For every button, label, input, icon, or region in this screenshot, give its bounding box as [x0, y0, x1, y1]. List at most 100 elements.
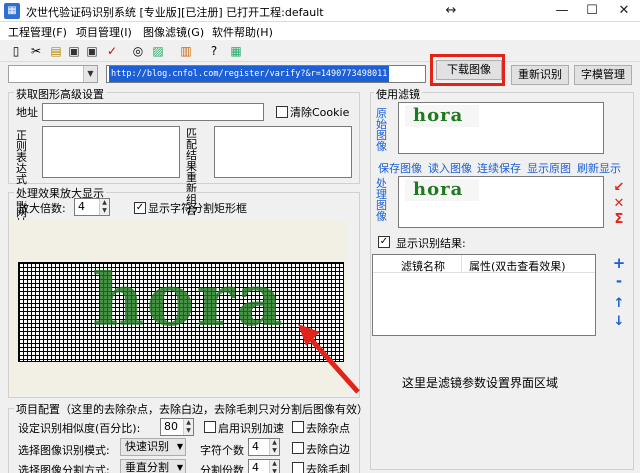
- char-count-value: 4: [252, 440, 259, 453]
- split-label: 选择图像分割方式:: [18, 464, 110, 473]
- similarity-value: 80: [164, 420, 178, 433]
- resize-icon: ↔: [445, 3, 457, 18]
- menu-project[interactable]: 工程管理(F): [8, 24, 67, 40]
- cut-icon[interactable]: ✂: [28, 43, 44, 59]
- stepper-arrows-icon: ▲ ▼: [99, 199, 109, 215]
- original-image-box: hora: [398, 102, 604, 154]
- move-down-icon[interactable]: ↓: [612, 314, 626, 329]
- processed-image-box: hora: [398, 176, 604, 228]
- remove-noise-checkbox[interactable]: [292, 421, 304, 433]
- continuous-save-link[interactable]: 连续保存: [477, 160, 521, 176]
- url-text: http://blog.cnfol.com/register/varify?&r…: [109, 66, 390, 82]
- save-as-icon[interactable]: ▣: [84, 43, 100, 59]
- menu-filters[interactable]: 图像滤镜(G): [143, 24, 204, 40]
- stepper-arrows-icon: ▲ ▼: [183, 419, 193, 435]
- maximize-button[interactable]: ☐: [578, 0, 606, 22]
- show-result-checkbox[interactable]: ✓: [378, 236, 390, 248]
- chevron-down-icon: ▼: [176, 463, 183, 472]
- processed-captcha-text: hora: [405, 179, 479, 201]
- regex-field[interactable]: [42, 126, 180, 178]
- accel-checkbox[interactable]: [204, 421, 216, 433]
- similarity-stepper[interactable]: 80 ▲ ▼: [160, 418, 194, 436]
- zoom-factor-value: 4: [78, 200, 85, 213]
- zoom-factor-label: 放大倍数:: [18, 202, 66, 215]
- window-title: 次世代验证码识别系统 [专业版][已注册] 已打开工程:default: [26, 6, 324, 19]
- brush-icon[interactable]: ↙: [612, 180, 626, 195]
- remove-burr-label: 去除毛刺: [306, 463, 350, 473]
- split-select[interactable]: 垂直分割 ▼: [120, 459, 186, 473]
- open-icon[interactable]: ▤: [48, 43, 64, 59]
- split-count-label: 分割份数: [200, 464, 244, 473]
- address-field[interactable]: [42, 103, 264, 121]
- highlight-annotation: [430, 54, 505, 86]
- books-icon[interactable]: ▥: [178, 43, 194, 59]
- annotation-arrow-icon: [298, 324, 360, 394]
- minimize-button[interactable]: —: [548, 0, 576, 22]
- close-icon[interactable]: ✕: [612, 196, 626, 211]
- image-frame-icon[interactable]: ▦: [228, 43, 244, 59]
- filter-title: 使用滤镜: [374, 86, 422, 102]
- address-label: 地址: [16, 106, 38, 119]
- new-file-icon[interactable]: ▯: [8, 43, 24, 59]
- clear-cookie-label: 清除Cookie: [290, 106, 350, 119]
- filter-params-note: 这里是滤镜参数设置界面区域: [402, 376, 559, 390]
- similarity-label: 设定识别相似度(百分比):: [18, 422, 141, 435]
- stepper-arrows-icon: ▲ ▼: [269, 439, 279, 455]
- refresh-display-link[interactable]: 刷新显示: [577, 160, 621, 176]
- app-logo-icon: ▦: [4, 3, 20, 19]
- char-count-stepper[interactable]: 4 ▲ ▼: [248, 438, 280, 456]
- remove-filter-icon[interactable]: -: [612, 272, 626, 290]
- re-recognize-button[interactable]: 重新识别: [511, 65, 569, 85]
- help-icon[interactable]: ?: [206, 43, 222, 59]
- column-divider: [461, 255, 462, 273]
- advanced-settings-title: 获取图形高级设置: [14, 86, 106, 102]
- mode-label: 选择图像识别模式:: [18, 444, 110, 457]
- menu-bar: 工程管理(F) 项目管理(I) 图像滤镜(G) 软件帮助(H): [0, 22, 640, 40]
- add-filter-icon[interactable]: +: [612, 254, 626, 272]
- mode-select-value: 快速识别: [125, 440, 169, 453]
- url-input[interactable]: http://blog.cnfol.com/register/varify?&r…: [106, 65, 426, 83]
- show-rect-checkbox[interactable]: ✓: [134, 202, 146, 214]
- chevron-down-icon: ▼: [83, 66, 97, 82]
- filter-attr-column[interactable]: 属性(双击查看效果): [469, 258, 566, 274]
- mode-select[interactable]: 快速识别 ▼: [120, 438, 186, 456]
- show-rect-label: 显示字符分割矩形框: [148, 202, 247, 215]
- menu-help[interactable]: 软件帮助(H): [212, 24, 273, 40]
- remove-border-checkbox[interactable]: [292, 442, 304, 454]
- save-icon[interactable]: ▣: [66, 43, 82, 59]
- remove-burr-checkbox[interactable]: [292, 462, 304, 473]
- check-icon[interactable]: ✓: [104, 43, 120, 59]
- filter-list-header: 滤镜名称 属性(双击查看效果): [373, 255, 595, 273]
- accel-label: 启用识别加速: [218, 422, 284, 435]
- title-bar: ▦ 次世代验证码识别系统 [专业版][已注册] 已打开工程:default ↔ …: [0, 0, 640, 22]
- image-icon[interactable]: ▨: [150, 43, 166, 59]
- project-config-title: 项目配置（这里的去除杂点，去除白边，去除毛刺只对分割后图像有效）: [14, 401, 370, 417]
- processed-image-label: 处理图像: [376, 177, 387, 223]
- zoom-factor-stepper[interactable]: 4 ▲ ▼: [74, 198, 110, 216]
- filter-list[interactable]: 滤镜名称 属性(双击查看效果): [372, 254, 596, 336]
- match-field[interactable]: [214, 126, 352, 178]
- split-count-value: 4: [252, 461, 259, 473]
- engine-combo[interactable]: ▼: [8, 65, 98, 83]
- zoomed-captcha-text: hora: [92, 257, 285, 342]
- split-count-stepper[interactable]: 4 ▲ ▼: [248, 459, 280, 473]
- show-result-label: 显示识别结果:: [396, 237, 466, 250]
- show-original-link[interactable]: 显示原图: [527, 160, 571, 176]
- chevron-down-icon: ▼: [176, 442, 183, 451]
- menu-items[interactable]: 项目管理(I): [76, 24, 132, 40]
- move-up-icon[interactable]: ↑: [612, 296, 626, 311]
- close-button[interactable]: ✕: [610, 0, 638, 22]
- binoculars-icon[interactable]: ◎: [130, 43, 146, 59]
- remove-border-label: 去除白边: [306, 443, 350, 456]
- filter-name-column[interactable]: 滤镜名称: [401, 258, 445, 274]
- remove-noise-label: 去除杂点: [306, 422, 350, 435]
- save-image-link[interactable]: 保存图像: [378, 160, 422, 176]
- clear-cookie-checkbox[interactable]: [276, 106, 288, 118]
- char-count-label: 字符个数: [200, 444, 244, 457]
- toolbar: ▯ ✂ ▤ ▣ ▣ ✓ ◎ ▨ ▥ ? ▦: [0, 40, 640, 62]
- original-captcha-text: hora: [405, 105, 479, 127]
- sigma-icon[interactable]: Σ: [612, 212, 626, 227]
- split-select-value: 垂直分割: [125, 461, 169, 473]
- charlib-button[interactable]: 字模管理: [574, 65, 632, 85]
- load-image-link[interactable]: 读入图像: [428, 160, 472, 176]
